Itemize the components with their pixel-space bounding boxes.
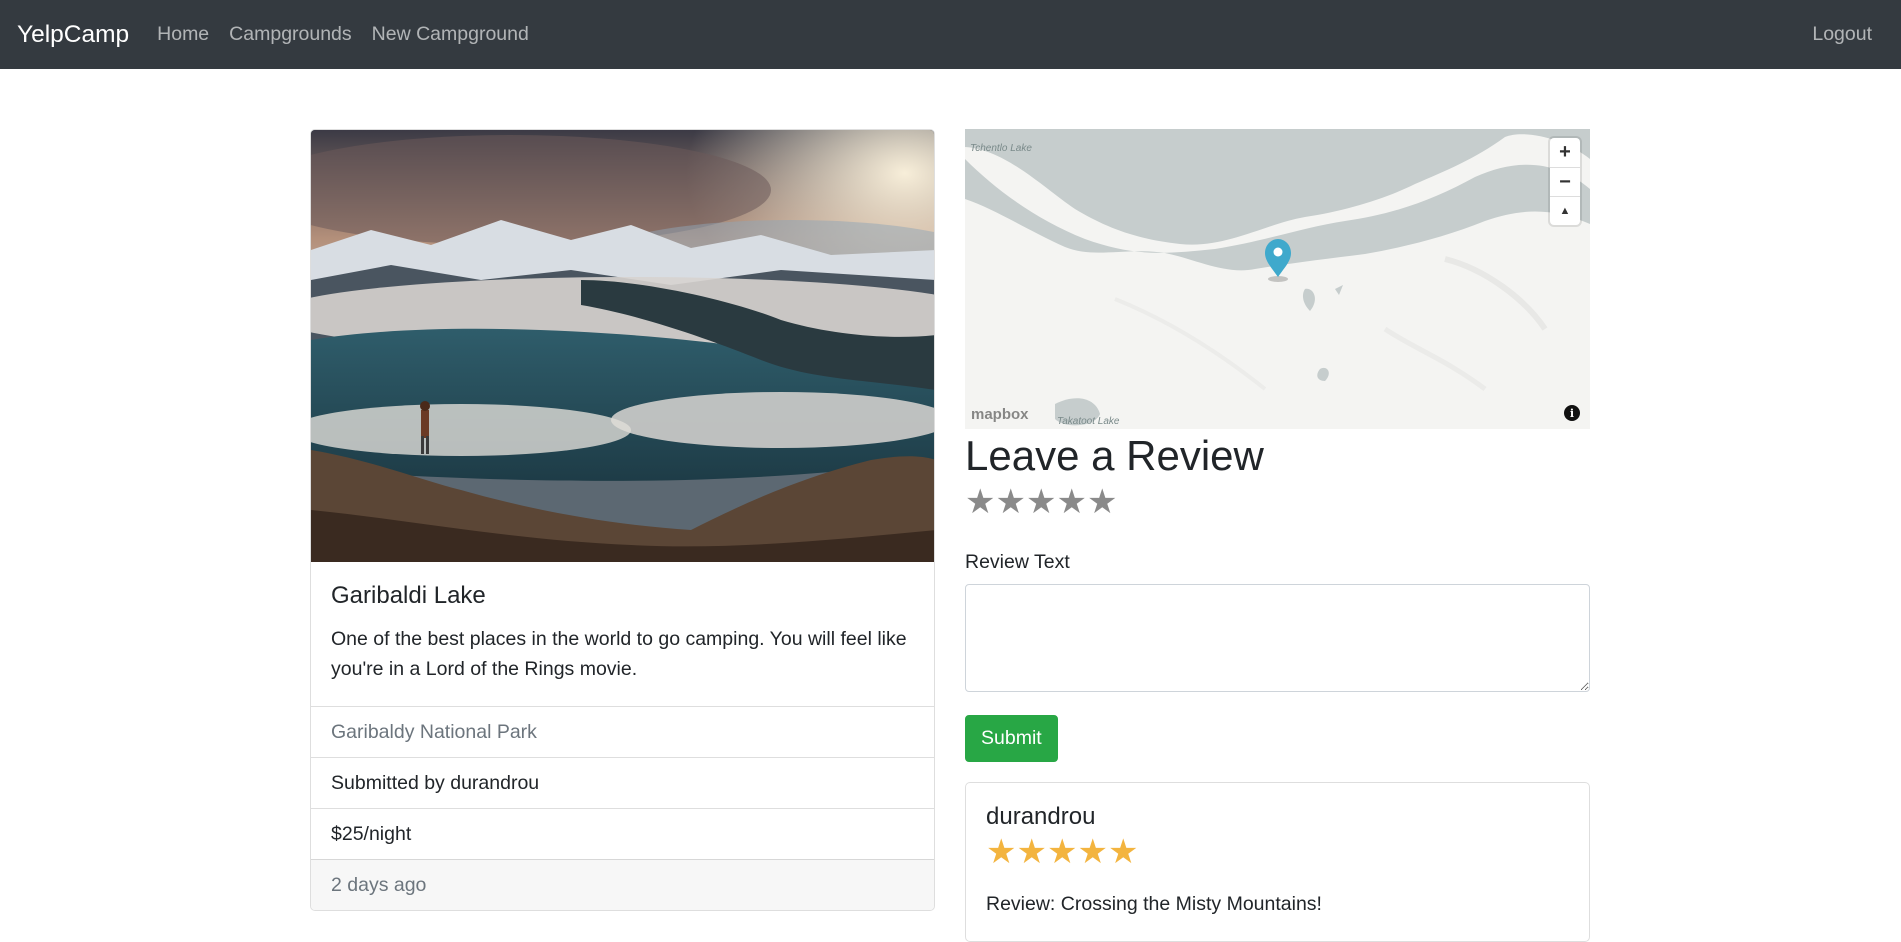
reset-bearing-button[interactable]: ▲	[1550, 196, 1580, 225]
campground-location: Garibaldy National Park	[311, 706, 934, 757]
plus-icon: +	[1559, 141, 1571, 163]
review-column: Tchentlo Lake Takatoot Lake + − ▲ mapbox…	[965, 129, 1590, 942]
campground-title: Garibaldi Lake	[331, 582, 486, 609]
zoom-out-button[interactable]: −	[1550, 167, 1580, 196]
star-icon[interactable]: ★	[1026, 485, 1056, 519]
review-text-label: Review Text	[965, 551, 1070, 574]
campground-description: One of the best places in the world to g…	[331, 628, 907, 681]
review-text: Review: Crossing the Misty Mountains!	[986, 893, 1322, 916]
map-label-top: Tchentlo Lake	[970, 143, 1032, 154]
star-icon[interactable]: ★	[1087, 485, 1117, 519]
info-icon[interactable]: i	[1564, 405, 1580, 421]
star-icon[interactable]: ★	[1056, 485, 1086, 519]
brand-link[interactable]: YelpCamp	[17, 21, 129, 49]
campground-card: Garibaldi Lake One of the best places in…	[310, 129, 935, 912]
campground-column: Garibaldi Lake One of the best places in…	[310, 129, 935, 912]
mapbox-logo-text: mapbox	[971, 406, 1029, 423]
star-icon: ★	[1016, 833, 1047, 872]
minus-icon: −	[1559, 170, 1571, 193]
navbar: YelpCamp Home Campgrounds New Campground…	[0, 0, 1901, 69]
star-icon: ★	[1107, 833, 1139, 872]
star-icon: ★	[1046, 833, 1078, 872]
map-label-bottom: Takatoot Lake	[1057, 416, 1120, 427]
compass-icon: ▲	[1559, 205, 1571, 217]
review-author: durandrou	[986, 803, 1096, 831]
info-icon-glyph: i	[1569, 406, 1575, 420]
review-form-heading: Leave a Review	[965, 432, 1264, 479]
submit-button[interactable]: Submit	[965, 715, 1058, 763]
campground-card-body: Garibaldi Lake One of the best places in…	[311, 562, 934, 706]
rating-input[interactable]: ★ ★ ★ ★ ★	[965, 485, 1590, 519]
review-rating: ★ ★ ★ ★ ★	[986, 835, 1569, 869]
mapbox-logo[interactable]: mapbox	[971, 406, 1029, 423]
nav-link-logout[interactable]: Logout	[1812, 23, 1872, 46]
campground-author: Submitted by durandrou	[311, 757, 934, 808]
review-card: durandrou ★ ★ ★ ★ ★ Review: Crossing the…	[965, 782, 1590, 942]
nav-link-home[interactable]: Home	[157, 23, 209, 46]
map-canvas: Tchentlo Lake Takatoot Lake	[965, 129, 1590, 429]
review-text-input[interactable]	[965, 584, 1590, 693]
campground-map[interactable]: Tchentlo Lake Takatoot Lake + − ▲ mapbox…	[965, 129, 1590, 429]
star-icon: ★	[1077, 833, 1108, 872]
main-container: Garibaldi Lake One of the best places in…	[310, 129, 1590, 942]
campground-posted-time: 2 days ago	[311, 859, 934, 911]
star-icon[interactable]: ★	[995, 485, 1025, 519]
nav-link-new-campground[interactable]: New Campground	[372, 23, 529, 46]
star-icon: ★	[986, 833, 1017, 872]
star-icon[interactable]: ★	[965, 485, 995, 519]
map-controls: + − ▲	[1550, 138, 1580, 225]
zoom-in-button[interactable]: +	[1550, 138, 1580, 167]
campground-price: $25/night	[311, 808, 934, 859]
nav-link-campgrounds[interactable]: Campgrounds	[229, 23, 351, 46]
campground-image	[311, 130, 934, 562]
